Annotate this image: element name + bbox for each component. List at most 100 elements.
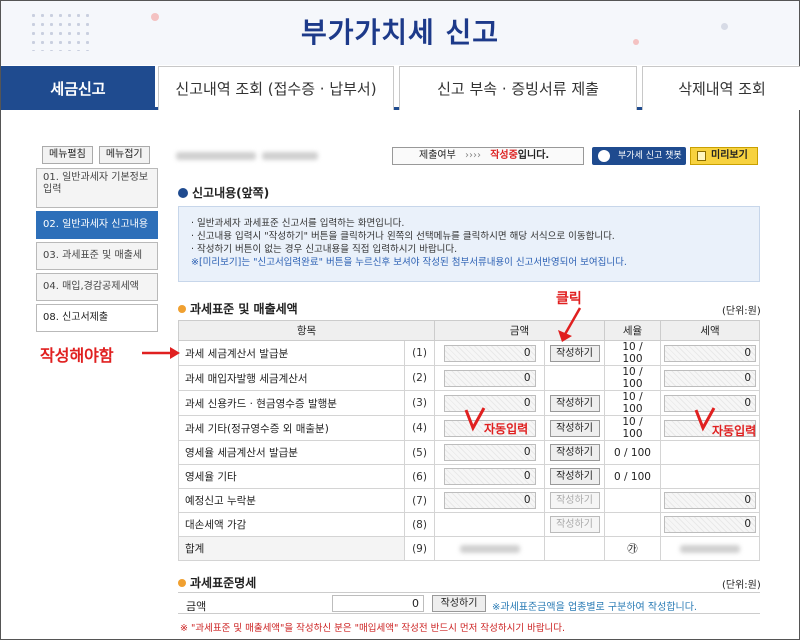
status-state: 작성중	[490, 150, 518, 161]
chatbot-button[interactable]: 부가세 신고 챗봇	[592, 147, 686, 165]
rate-cell: 10 / 100	[604, 365, 661, 391]
row-label: 대손세액 가감	[178, 512, 405, 537]
sidebar-item-report-content[interactable]: 02. 일반과세자 신고내용	[36, 211, 158, 239]
notice-preview-note: ※[미리보기]는 "신고서입력완료" 버튼을 누르신후 보셔야 작성된 첨부서류…	[191, 257, 627, 268]
redacted-name	[176, 152, 256, 160]
menu-collapse-button[interactable]: 메뉴접기	[98, 146, 150, 164]
button-cell: 작성하기	[544, 340, 605, 366]
page-title: 부가가치세 신고	[300, 16, 500, 49]
rate-cell: 0 / 100	[604, 440, 661, 465]
menu-expand-button[interactable]: 메뉴펼침	[42, 146, 93, 164]
tax-cell: 0	[660, 488, 760, 513]
base-amount-label: 금액	[186, 600, 207, 613]
tab-report-history[interactable]: 신고내역 조회 (접수증 · 납부서)	[158, 66, 394, 110]
button-cell: 작성하기	[544, 464, 605, 489]
tax-cell	[660, 464, 760, 489]
annotation-check-icon	[464, 407, 486, 432]
document-icon	[697, 151, 706, 161]
write-button[interactable]: 작성하기	[549, 468, 600, 485]
write-button[interactable]: 작성하기	[549, 419, 600, 437]
amount-input[interactable]: 0	[443, 492, 536, 509]
sidebar-item-purchase-deduction[interactable]: 04. 매입,경감공제세액	[36, 273, 158, 301]
bullet-icon	[178, 188, 188, 198]
row-number: (4)	[404, 415, 435, 441]
preview-button[interactable]: 미리보기	[690, 147, 758, 165]
amount-input[interactable]: 0	[443, 369, 536, 387]
tax-input[interactable]: 0	[664, 516, 756, 533]
header-rate: 세율	[604, 320, 661, 341]
button-cell	[544, 536, 605, 561]
write-button[interactable]: 작성하기	[549, 394, 600, 412]
table-row: 대손세액 가감 (8) 작성하기 0	[178, 512, 760, 537]
sidebar-item-submit[interactable]: 08. 신고서제출	[36, 304, 158, 332]
tax-cell: 0	[660, 340, 760, 366]
table-row: 합계 (9) ㉮	[178, 536, 760, 561]
rate-cell: 0 / 100	[604, 464, 661, 489]
rate-cell: 10 / 100	[604, 340, 661, 366]
base-unit: (단위:원)	[722, 580, 761, 591]
main-tabs: 세금신고 신고내역 조회 (접수증 · 납부서) 신고 부속 · 증빙서류 제출…	[1, 66, 800, 110]
status-label: 제출여부	[419, 150, 456, 161]
amount-cell: 0	[434, 340, 545, 366]
tax-section-title: 과세표준 및 매출세액	[178, 300, 298, 317]
status-suffix: 입니다.	[517, 150, 550, 161]
button-cell	[544, 365, 605, 391]
amount-input[interactable]: 0	[443, 394, 536, 412]
rate-cell	[604, 512, 661, 537]
table-row: 영세율 세금계산서 발급분 (5) 0 작성하기 0 / 100	[178, 440, 760, 465]
amount-cell: 0	[434, 365, 545, 391]
header-item: 항목	[178, 320, 435, 341]
table-row: 과세 세금계산서 발급분 (1) 0 작성하기 10 / 100 0	[178, 340, 760, 366]
button-cell: 작성하기	[544, 440, 605, 465]
write-button[interactable]: 작성하기	[549, 516, 600, 533]
tax-cell: 0	[660, 512, 760, 537]
tab-attachment-submit[interactable]: 신고 부속 · 증빙서류 제출	[399, 66, 637, 110]
amount-input[interactable]: 0	[443, 444, 536, 461]
button-cell: 작성하기	[544, 488, 605, 513]
amount-cell: 0	[434, 488, 545, 513]
rate-cell: 10 / 100	[604, 390, 661, 416]
write-button[interactable]: 작성하기	[549, 492, 600, 509]
chatbot-icon	[598, 150, 610, 162]
tab-deleted-history[interactable]: 삭제내역 조회	[642, 66, 800, 110]
base-write-button[interactable]: 작성하기	[432, 595, 486, 612]
button-cell: 작성하기	[544, 415, 605, 441]
tax-input[interactable]: 0	[664, 369, 756, 387]
row-number: (2)	[404, 365, 435, 391]
annotation-arrow-icon	[142, 347, 180, 359]
annotation-auto-input-1: 자동입력	[484, 422, 529, 436]
rate-cell: 10 / 100	[604, 415, 661, 441]
table-row: 과세 매입자발행 세금계산서 (2) 0 10 / 100 0	[178, 365, 760, 391]
annotation-auto-input-2: 자동입력	[712, 424, 757, 438]
redacted-total	[459, 544, 520, 553]
tax-table: 항목 금액 세율 세액 과세 세금계산서 발급분 (1) 0 작성하기 10 / 100…	[178, 320, 760, 561]
header-tax: 세액	[660, 320, 760, 341]
tax-unit: (단위:원)	[722, 306, 761, 317]
amount-cell	[434, 536, 545, 561]
tab-tax-report[interactable]: 세금신고	[1, 66, 155, 110]
rate-cell	[604, 488, 661, 513]
row-number: (6)	[404, 464, 435, 489]
annotation-click: 클릭	[556, 291, 582, 307]
table-row: 영세율 기타 (6) 0 작성하기 0 / 100	[178, 464, 760, 489]
sidebar-item-basic-info[interactable]: 01. 일반과세자 기본정보 입력	[36, 168, 158, 208]
annotation-must-write: 작성해야함	[40, 346, 114, 365]
amount-input[interactable]: 0	[443, 344, 536, 362]
amount-input[interactable]: 0	[443, 468, 536, 485]
base-note: ※과세표준금액을 업종별로 구분하여 작성합니다.	[492, 602, 698, 613]
write-button[interactable]: 작성하기	[549, 444, 600, 461]
tax-cell	[660, 536, 760, 561]
write-button[interactable]: 작성하기	[549, 344, 600, 362]
base-amount-input[interactable]: 0	[332, 595, 424, 612]
sidebar-item-tax-base[interactable]: 03. 과세표준 및 매출세액	[36, 242, 158, 270]
tax-cell: 0	[660, 365, 760, 391]
redacted-id	[262, 152, 318, 160]
notice-box: · 일반과세자 과세표준 신고서를 입력하는 화면입니다. · 신고내용 입력시…	[178, 206, 760, 282]
row-number: (1)	[404, 340, 435, 366]
tax-input[interactable]: 0	[664, 344, 756, 362]
tax-cell	[660, 440, 760, 465]
warning-text: ※ "과세표준 및 매출세액"을 작성하신 분은 "매입세액" 작성전 반드시 …	[180, 623, 566, 634]
tax-input[interactable]: 0	[664, 492, 756, 509]
amount-cell: 0	[434, 464, 545, 489]
section-title: 신고내용(앞쪽)	[178, 184, 269, 201]
